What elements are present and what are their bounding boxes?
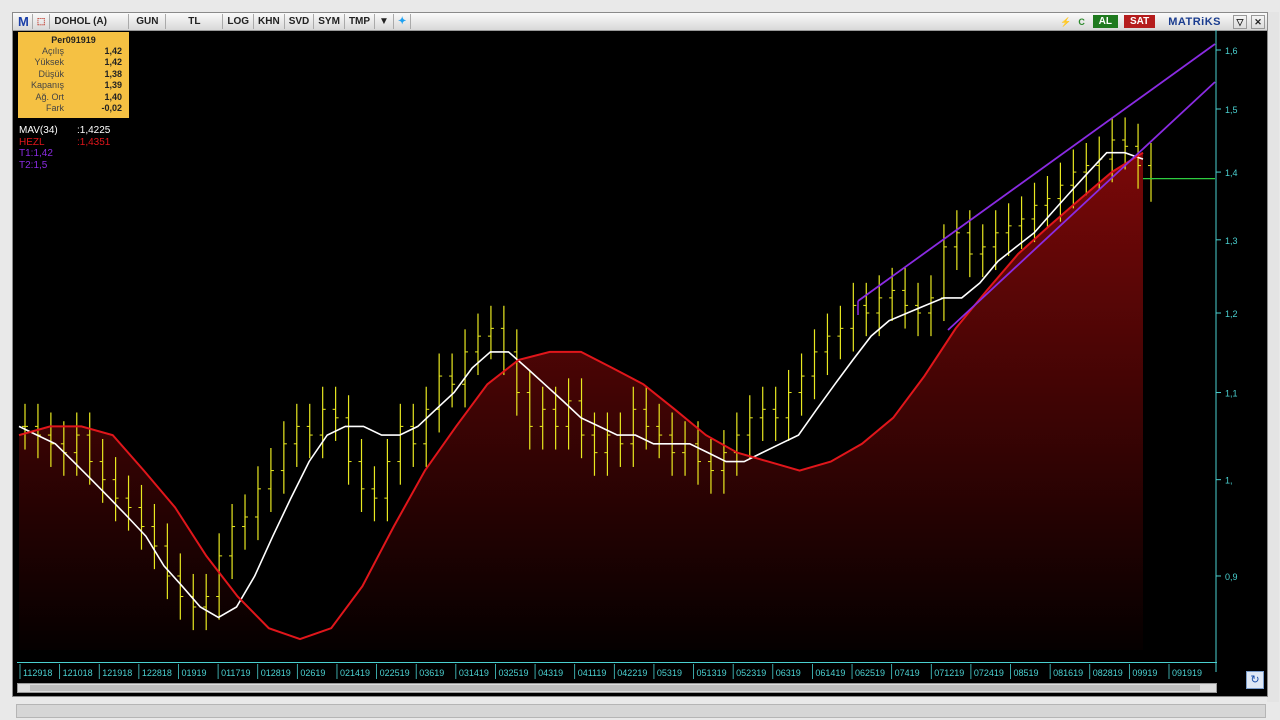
price-axis: 0,9 1, 1,1 1,2 1,3 1,4 1,5 1,6 bbox=[1215, 30, 1238, 672]
price-tick-label: 1,2 bbox=[1225, 309, 1238, 319]
date-tick-label: 032519 bbox=[498, 668, 528, 678]
price-tick-label: 1,4 bbox=[1225, 168, 1238, 178]
buy-button[interactable]: AL bbox=[1092, 15, 1118, 28]
date-tick-label: 052319 bbox=[736, 668, 766, 678]
price-tick-label: 0,9 bbox=[1225, 572, 1238, 582]
date-tick-label: 022519 bbox=[380, 668, 410, 678]
legend-mav: MAV(34):1,4225 bbox=[19, 125, 111, 136]
dropdown-arrow-icon[interactable]: ▼ bbox=[375, 14, 394, 29]
legend-t1: T1:1,42 bbox=[19, 148, 53, 159]
khn-button[interactable]: KHN bbox=[254, 14, 285, 29]
chart-scrollbar[interactable] bbox=[17, 683, 1217, 693]
date-tick-label: 091919 bbox=[1172, 668, 1202, 678]
app-logo: M bbox=[13, 14, 33, 29]
date-tick-label: 02619 bbox=[300, 668, 325, 678]
minimize-icon[interactable]: ▽ bbox=[1233, 14, 1247, 29]
symbol-selector[interactable]: DOHOL (A) bbox=[50, 14, 130, 29]
date-tick-label: 08519 bbox=[1014, 668, 1039, 678]
date-tick-label: 062519 bbox=[855, 668, 885, 678]
info-row-high: Yüksek 1,42 bbox=[34, 57, 122, 68]
indicator-legend: MAV(34):1,4225 HEZL:1,4351 T1:1,42 T2:1,… bbox=[19, 125, 110, 171]
date-axis: 112918 121018 121918 122818 01919 011719 01281… bbox=[17, 662, 1217, 679]
date-tick-label: 072419 bbox=[974, 668, 1004, 678]
date-tick-label: 05319 bbox=[657, 668, 682, 678]
date-tick-label: 031419 bbox=[459, 668, 489, 678]
period-button[interactable]: GUN bbox=[129, 14, 167, 29]
date-tick-label: 042219 bbox=[617, 668, 647, 678]
date-tick-label: 112918 bbox=[23, 668, 52, 678]
log-button[interactable]: LOG bbox=[223, 14, 255, 29]
sell-button[interactable]: SAT bbox=[1123, 15, 1156, 28]
twitter-icon[interactable]: ✦ bbox=[394, 14, 412, 29]
date-tick-label: 03619 bbox=[419, 668, 444, 678]
date-tick-label: 121918 bbox=[102, 668, 132, 678]
date-tick-label: 021419 bbox=[340, 668, 370, 678]
toolbar-right: ⚡ C AL SAT MATRiKS ▽ ✕ bbox=[1058, 13, 1267, 30]
close-icon[interactable]: ✕ bbox=[1251, 14, 1265, 29]
date-tick-label: 122818 bbox=[142, 668, 172, 678]
date-tick-label: 011719 bbox=[221, 668, 250, 678]
date-tick-label: 012819 bbox=[261, 668, 291, 678]
info-row-wavg: Ağ. Ort 1,40 bbox=[35, 91, 122, 102]
date-tick-label: 06319 bbox=[776, 668, 801, 678]
info-row-open: Açılış 1,42 bbox=[41, 46, 122, 56]
date-tick-label: 041119 bbox=[578, 668, 607, 678]
settings-refresh-icon[interactable]: ↻ bbox=[1246, 671, 1264, 689]
info-title: Per091919 bbox=[51, 35, 96, 45]
brand-logo: MATRiKS bbox=[1168, 15, 1221, 28]
vertical-scrollbar[interactable] bbox=[1267, 12, 1279, 702]
date-tick-label: 07419 bbox=[895, 668, 920, 678]
sym-button[interactable]: SYM bbox=[314, 14, 345, 29]
symbol-icon: ⬚ bbox=[33, 14, 51, 29]
price-tick-label: 1,1 bbox=[1225, 389, 1238, 399]
date-tick-label: 082819 bbox=[1093, 668, 1123, 678]
date-tick-label: 071219 bbox=[934, 668, 964, 678]
info-row-low: Düşük 1,38 bbox=[38, 68, 122, 79]
date-tick-label: 01919 bbox=[181, 668, 206, 678]
date-tick-label: 04319 bbox=[538, 668, 563, 678]
price-tick-label: 1,3 bbox=[1225, 236, 1238, 246]
legend-hezl: HEZL:1,4351 bbox=[19, 136, 111, 148]
lightning-icon[interactable]: ⚡ bbox=[1060, 16, 1072, 28]
svd-button[interactable]: SVD bbox=[285, 14, 315, 29]
chart-toolbar: M ⬚ DOHOL (A) GUN TL LOG KHN SVD SYM TMP… bbox=[13, 13, 1267, 31]
date-tick-label: 121018 bbox=[63, 668, 93, 678]
price-tick-label: 1,5 bbox=[1225, 105, 1238, 115]
scrollbar-thumb[interactable] bbox=[30, 685, 1200, 691]
refresh-icon[interactable]: C bbox=[1076, 16, 1088, 28]
price-tick-label: 1,6 bbox=[1225, 46, 1238, 56]
horizontal-scrollbar[interactable] bbox=[16, 704, 1266, 718]
date-tick-label: 061419 bbox=[815, 668, 845, 678]
date-tick-label: 051319 bbox=[697, 668, 727, 678]
price-chart[interactable]: 0,9 1, 1,1 1,2 1,3 1,4 1,5 1,6 bbox=[13, 30, 1267, 690]
info-row-change: Fark -0,02 bbox=[46, 102, 122, 113]
price-tick-label: 1, bbox=[1225, 476, 1233, 486]
date-tick-label: 081619 bbox=[1053, 668, 1083, 678]
info-row-close: Kapanış 1,39 bbox=[30, 80, 122, 91]
currency-button[interactable]: TL bbox=[166, 14, 224, 29]
tmp-button[interactable]: TMP bbox=[345, 14, 376, 29]
chart-window: M ⬚ DOHOL (A) GUN TL LOG KHN SVD SYM TMP… bbox=[12, 12, 1268, 697]
legend-t2: T2:1,5 bbox=[19, 159, 48, 171]
ohlc-info-box: Per091919 Açılış 1,42 Yüksek 1,42 Düşük 1,3… bbox=[18, 32, 129, 118]
date-tick-label: 09919 bbox=[1132, 668, 1157, 678]
